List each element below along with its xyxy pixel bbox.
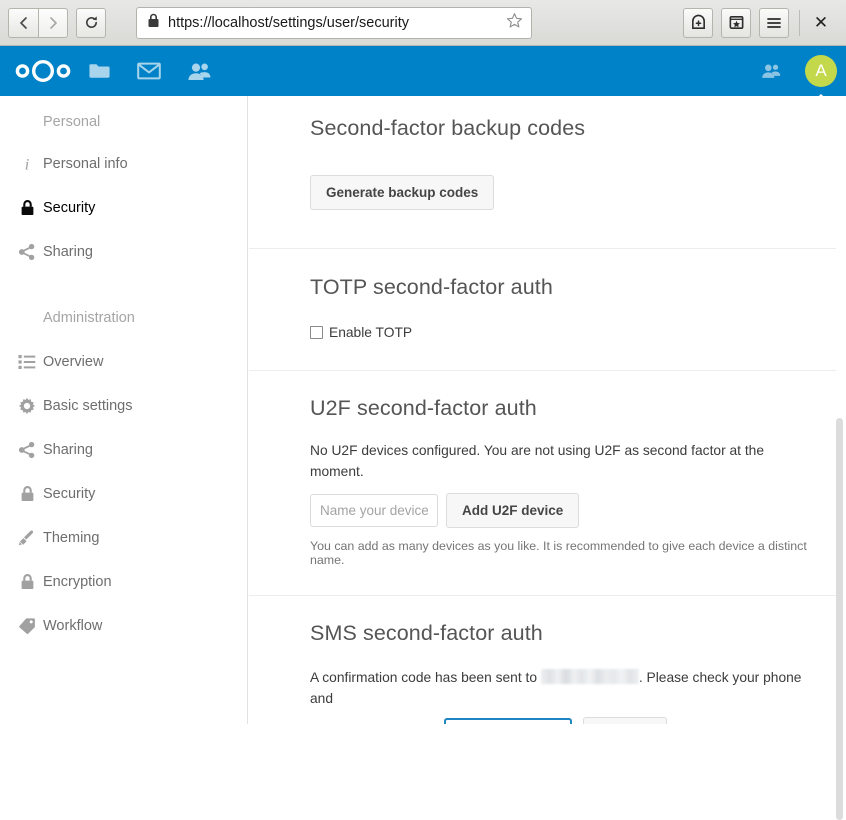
sms-info-prefix: A confirmation code has been sent to	[310, 670, 537, 685]
section-totp: TOTP second-factor auth Enable TOTP	[249, 249, 846, 370]
settings-sidebar: Personal i Personal info Security Sharin…	[0, 96, 248, 724]
avatar: A	[805, 55, 837, 87]
info-icon: i	[12, 155, 42, 173]
nextcloud-header: A	[0, 46, 846, 96]
content-scrollbar-track[interactable]	[836, 96, 846, 724]
browser-tool-buttons: ✕	[675, 8, 838, 38]
totp-enable-row: Enable TOTP	[310, 325, 816, 340]
u2f-add-device-row: Add U2F device	[310, 493, 816, 528]
sidebar-label: Security	[43, 486, 95, 502]
app-icon-contacts[interactable]	[174, 46, 224, 96]
bookmarks-library-icon[interactable]	[721, 8, 751, 38]
u2f-hint-text: You can add as many devices as you like.…	[310, 539, 816, 567]
sidebar-item-overview[interactable]: Overview	[0, 340, 247, 384]
sidebar-item-basic-settings[interactable]: Basic settings	[0, 384, 247, 428]
sidebar-item-sharing-personal[interactable]: Sharing	[0, 230, 247, 274]
u2f-device-name-input[interactable]	[310, 494, 438, 527]
section-title-sms: SMS second-factor auth	[310, 621, 816, 646]
sidebar-item-security[interactable]: Security	[0, 186, 247, 230]
reload-button[interactable]	[76, 8, 106, 38]
sms-info-text: A confirmation code has been sent to . P…	[310, 668, 815, 709]
bookmark-star-icon[interactable]	[506, 12, 523, 34]
list-icon	[12, 354, 42, 370]
contacts-menu-icon[interactable]	[746, 46, 796, 96]
content-scrollbar-thumb[interactable]	[836, 418, 843, 820]
navigation-buttons	[8, 8, 106, 38]
svg-text:i: i	[25, 157, 29, 174]
sidebar-label: Sharing	[43, 244, 93, 260]
page-title-backup-codes: Second-factor backup codes	[310, 116, 816, 141]
section-title-totp: TOTP second-factor auth	[310, 275, 816, 300]
totp-enable-label[interactable]: Enable TOTP	[329, 325, 412, 340]
section-sms: SMS second-factor auth A confirmation co…	[249, 596, 846, 724]
nextcloud-logo-icon[interactable]	[11, 58, 74, 84]
gear-icon	[12, 397, 42, 415]
back-arrow-icon	[17, 16, 31, 30]
sms-confirm-button[interactable]: Confirm	[583, 717, 667, 724]
section-backup-codes: Second-factor backup codes Generate back…	[249, 96, 846, 248]
share-icon	[12, 243, 42, 261]
brush-icon	[12, 529, 42, 547]
lock-icon	[12, 485, 42, 503]
user-menu-avatar[interactable]: A	[796, 46, 846, 96]
address-bar[interactable]: https://localhost/settings/user/security	[136, 7, 532, 39]
sidebar-item-security-admin[interactable]: Security	[0, 472, 247, 516]
totp-enable-checkbox[interactable]	[310, 326, 323, 339]
toolbar-separator	[799, 10, 800, 36]
close-window-button[interactable]: ✕	[806, 8, 836, 38]
lock-icon	[12, 573, 42, 591]
sidebar-label: Sharing	[43, 442, 93, 458]
u2f-status-text: No U2F devices configured. You are not u…	[310, 441, 816, 482]
sidebar-item-personal-info[interactable]: i Personal info	[0, 142, 247, 186]
hamburger-menu-icon[interactable]	[759, 8, 789, 38]
section-title-u2f: U2F second-factor auth	[310, 396, 816, 421]
settings-content: Second-factor backup codes Generate back…	[249, 96, 846, 724]
forward-arrow-icon	[46, 16, 60, 30]
sidebar-gap	[0, 274, 247, 296]
padlock-icon	[147, 13, 160, 33]
sidebar-item-encryption[interactable]: Encryption	[0, 560, 247, 604]
sidebar-caption-administration: Administration	[0, 296, 247, 340]
sidebar-label: Encryption	[43, 574, 112, 590]
browser-toolbar: https://localhost/settings/user/security	[0, 0, 846, 46]
forward-button[interactable]	[38, 8, 68, 38]
back-button[interactable]	[8, 8, 38, 38]
url-text: https://localhost/settings/user/security	[168, 15, 506, 31]
header-right-group: A	[746, 46, 846, 96]
reload-icon	[84, 15, 99, 30]
sidebar-label: Theming	[43, 530, 99, 546]
sidebar-label: Personal info	[43, 156, 128, 172]
sidebar-label: Overview	[43, 354, 103, 370]
save-page-icon[interactable]	[683, 8, 713, 38]
sms-code-row: insert the code here: Confirm	[310, 717, 816, 724]
tag-icon	[12, 617, 42, 635]
app-icon-files[interactable]	[74, 46, 124, 96]
sidebar-label: Security	[43, 200, 95, 216]
sidebar-label: Workflow	[43, 618, 102, 634]
sidebar-label: Basic settings	[43, 398, 132, 414]
app-icon-mail[interactable]	[124, 46, 174, 96]
sidebar-item-theming[interactable]: Theming	[0, 516, 247, 560]
section-u2f: U2F second-factor auth No U2F devices co…	[249, 371, 846, 595]
add-u2f-device-button[interactable]: Add U2F device	[446, 493, 579, 528]
lock-icon	[12, 199, 42, 217]
redacted-phone-number	[541, 669, 639, 684]
sidebar-item-workflow[interactable]: Workflow	[0, 604, 247, 648]
share-icon	[12, 441, 42, 459]
generate-backup-codes-button[interactable]: Generate backup codes	[310, 175, 494, 210]
sidebar-caption-personal: Personal	[0, 96, 247, 142]
sidebar-item-sharing-admin[interactable]: Sharing	[0, 428, 247, 472]
sms-code-input[interactable]	[444, 718, 572, 724]
